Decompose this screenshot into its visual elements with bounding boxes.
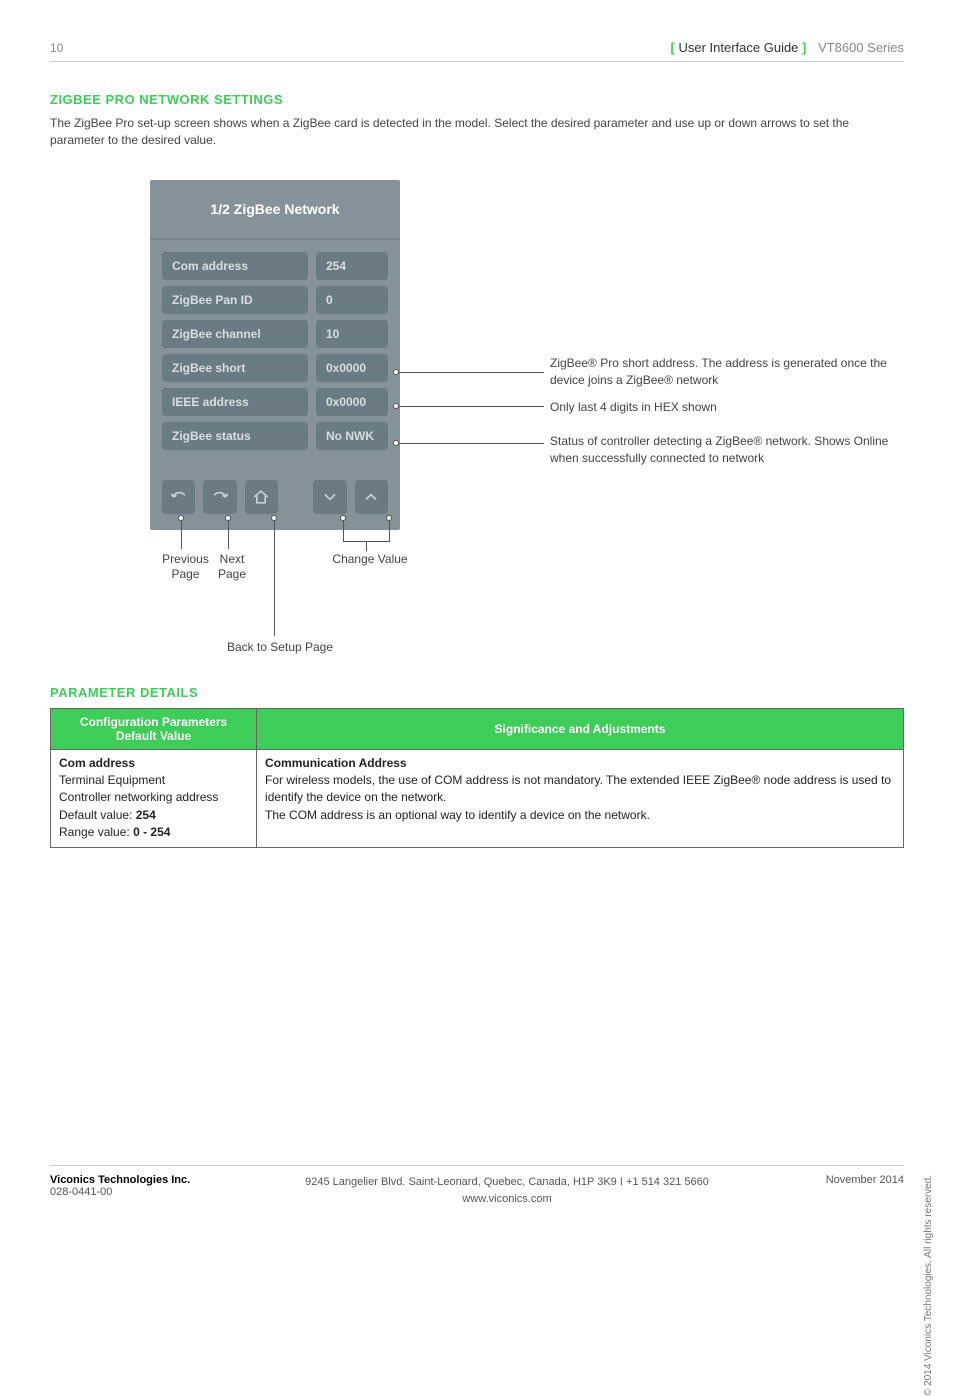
chevron-up-icon: [361, 487, 381, 507]
row-short[interactable]: ZigBee short 0x0000: [162, 354, 388, 382]
home-button[interactable]: [245, 480, 278, 514]
table-row: Com address Terminal Equipment Controlle…: [51, 749, 904, 848]
default-value: 254: [136, 808, 156, 822]
page-number: 10: [50, 41, 63, 55]
row-channel[interactable]: ZigBee channel 10: [162, 320, 388, 348]
copyright-vertical: © 2014 Viconics Technologies. All rights…: [923, 1175, 934, 1396]
footer-docno: 028-0441-00: [50, 1186, 230, 1198]
label-change-value: Change Value: [320, 552, 420, 568]
page-footer: Viconics Technologies Inc. 028-0441-00 9…: [50, 1165, 904, 1207]
th-significance: Significance and Adjustments: [257, 708, 904, 749]
range-label: Range value:: [59, 825, 133, 839]
header-right: [ User Interface Guide ] VT8600 Series: [671, 40, 904, 55]
value-short: 0x0000: [316, 354, 388, 382]
callout-ieee: Only last 4 digits in HEX shown: [550, 399, 717, 416]
footer-address: 9245 Langelier Blvd. Saint-Leonard, Queb…: [230, 1174, 784, 1191]
label-short: ZigBee short: [162, 354, 308, 382]
callout-short: ZigBee® Pro short address. The address i…: [550, 355, 900, 389]
diagram: 1/2 ZigBee Network Com address 254 ZigBe…: [150, 180, 904, 675]
cell-left-line2: Controller networking address: [59, 789, 248, 806]
row-ieee[interactable]: IEEE address 0x0000: [162, 388, 388, 416]
value-down-button[interactable]: [313, 480, 346, 514]
label-pan-id: ZigBee Pan ID: [162, 286, 308, 314]
value-up-button[interactable]: [355, 480, 388, 514]
bracket-close: ]: [798, 40, 806, 55]
footer-url: www.viconics.com: [230, 1191, 784, 1208]
label-home: Back to Setup Page: [210, 640, 350, 656]
home-icon: [251, 487, 271, 507]
label-status: ZigBee status: [162, 422, 308, 450]
row-status[interactable]: ZigBee status No NWK: [162, 422, 388, 450]
intro-text: The ZigBee Pro set-up screen shows when …: [50, 115, 904, 150]
arrow-forward-icon: [210, 487, 230, 507]
label-channel: ZigBee channel: [162, 320, 308, 348]
cell-right-title: Communication Address: [265, 756, 895, 770]
page-header: 10 [ User Interface Guide ] VT8600 Serie…: [50, 40, 904, 62]
default-label: Default value:: [59, 808, 136, 822]
label-prev-page: Previous Page: [158, 552, 213, 583]
range-value: 0 - 254: [133, 825, 170, 839]
prev-page-button[interactable]: [162, 480, 195, 514]
section-title-details: PARAMETER DETAILS: [50, 685, 904, 700]
section-title-zigbee: ZIGBEE PRO NETWORK SETTINGS: [50, 92, 904, 107]
label-ieee: IEEE address: [162, 388, 308, 416]
value-status: No NWK: [316, 422, 388, 450]
parameter-table: Configuration Parameters Default Value S…: [50, 708, 904, 849]
label-next-page: Next Page: [212, 552, 252, 583]
next-page-button[interactable]: [203, 480, 236, 514]
row-com-address[interactable]: Com address 254: [162, 252, 388, 280]
series-label: VT8600 Series: [818, 40, 904, 55]
footer-date: November 2014: [784, 1174, 904, 1186]
device-title: 1/2 ZigBee Network: [150, 180, 400, 240]
arrow-back-icon: [169, 487, 189, 507]
footer-company: Viconics Technologies Inc.: [50, 1174, 230, 1186]
label-com-address: Com address: [162, 252, 308, 280]
value-channel: 10: [316, 320, 388, 348]
value-pan-id: 0: [316, 286, 388, 314]
cell-right-body: For wireless models, the use of COM addr…: [265, 772, 895, 824]
chevron-down-icon: [320, 487, 340, 507]
callout-status: Status of controller detecting a ZigBee®…: [550, 433, 900, 467]
value-com-address: 254: [316, 252, 388, 280]
row-pan-id[interactable]: ZigBee Pan ID 0: [162, 286, 388, 314]
value-ieee: 0x0000: [316, 388, 388, 416]
device-panel: 1/2 ZigBee Network Com address 254 ZigBe…: [150, 180, 400, 530]
th-config: Configuration Parameters Default Value: [51, 708, 257, 749]
cell-left-title: Com address: [59, 756, 248, 770]
cell-left-line1: Terminal Equipment: [59, 772, 248, 789]
guide-label: User Interface Guide: [678, 40, 798, 55]
